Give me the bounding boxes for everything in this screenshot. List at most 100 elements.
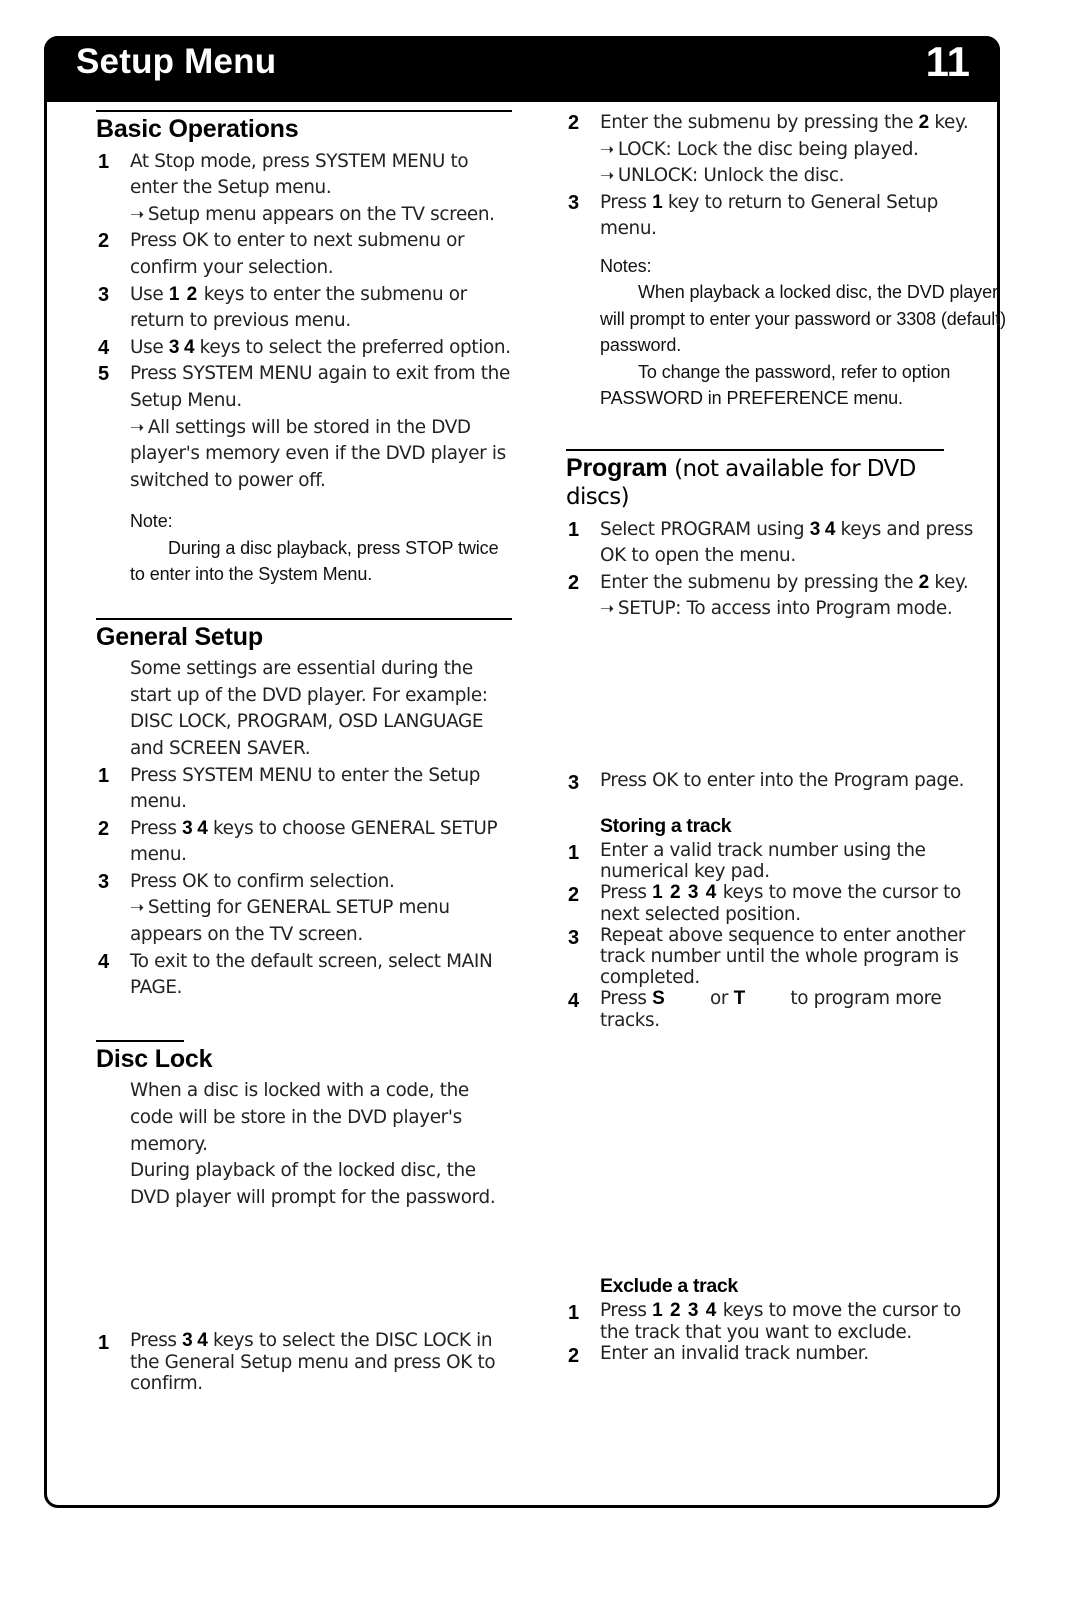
step-number: 2 [568,571,579,594]
step-text-pre: Press [130,1330,183,1351]
step-number: 3 [568,191,579,214]
step-item: 4 Press S or T to program more tracks. [566,988,982,1031]
step-number: 2 [98,230,109,253]
notes-body: When playback a locked disc, the DVD pla… [600,282,1006,356]
step-text: Enter the submenu by pressing the 2 key. [600,570,982,597]
step-text-pre: Press [600,191,653,213]
heading-exclude-a-track: Exclude a track [600,1275,738,1297]
notes-block: Notes: When playback a locked disc, the … [566,253,1022,411]
step-number: 1 [568,518,579,541]
remote-key-glyph-prev: S [652,987,665,1009]
step-number: 2 [568,1345,579,1367]
heading-program: Program (not available for DVD discs) [566,455,982,510]
arrow-note-text: Setting for GENERAL SETUP menu appears o… [130,897,450,946]
step-text-pre: Press [600,1300,653,1321]
notes-body: To change the password, refer to option … [600,361,951,408]
step-item: 5 Press SYSTEM MENU again to exit from t… [96,361,512,414]
step-text: To exit to the default screen, select MA… [130,950,493,999]
step-text: Enter a valid track number using the num… [600,839,926,882]
step-item: 2 Press 1 2 3 4 keys to move the cursor … [566,882,982,925]
step-item: 4 To exit to the default screen, select … [96,949,512,1002]
section-disc-lock-continued: 2 Enter the submenu by pressing the 2 ke… [566,110,1006,411]
step-item: 3 Use 1 2 keys to enter the submenu or r… [96,282,512,335]
step-number: 1 [98,1332,109,1354]
heading-disc-lock: Disc Lock [96,1044,213,1073]
step-text-pre: Enter the submenu by pressing the [600,112,919,133]
step-item: 3 Press OK to enter into the Program pag… [566,770,982,797]
page-title: Setup Menu [76,42,277,81]
step-number: 1 [568,1302,579,1324]
step-item: 1 Enter a valid track number using the n… [566,840,982,882]
step-number: 3 [98,283,109,306]
step-text: Press 3 4 keys to select the DISC LOCK i… [130,1330,512,1394]
section-program: Program (not available for DVD discs) 1 … [566,449,982,623]
step-item: 1 Press 3 4 keys to select the DISC LOCK… [96,1330,512,1394]
step-number: 3 [568,926,579,949]
arrow-right-bullet-icon: ➝ [600,166,614,187]
step-text: Enter an invalid track number. [600,1343,869,1364]
step-text-pre: Use [130,336,169,358]
remote-key-glyph: 3 4 [809,518,836,540]
section-rule [96,617,512,620]
heading-basic-operations: Basic Operations [96,115,299,143]
step-text: At Stop mode, press SYSTEM MENU to enter… [130,150,469,199]
section-general-setup: General Setup Some settings are essentia… [96,617,512,1002]
heading-storing-a-track: Storing a track [600,814,732,837]
general-setup-intro: Some settings are essential during the s… [130,658,488,759]
note-title: Note: [130,511,173,532]
step-text-post: key. [928,571,969,593]
step-number: 4 [98,950,109,973]
note-body: During a disc playback, press STOP twice… [130,537,499,585]
step-text: Press 1 2 3 4 keys to move the cursor to… [600,1300,982,1343]
step-number: 3 [98,870,109,893]
remote-key-glyph: 3 4 [182,1330,208,1351]
step-item: 2 Enter the submenu by pressing the 2 ke… [566,570,982,597]
step-item: 2 Enter the submenu by pressing the 2 ke… [566,110,982,137]
arrow-note-text: SETUP: To access into Program mode. [617,598,953,620]
step-text-pre: Press [600,881,653,903]
remote-key-glyph: 1 2 3 4 [652,881,718,903]
arrow-note: ➝ UNLOCK: Unlock the disc. [566,163,982,190]
arrow-note-text: All settings will be stored in the DVD p… [130,416,506,491]
step-text-mid: or [704,987,734,1009]
step-item: 1 At Stop mode, press SYSTEM MENU to ent… [96,149,512,202]
remote-key-glyph: 2 [918,112,930,133]
arrow-note: ➝ LOCK: Lock the disc being played. [566,137,982,164]
step-text: Repeat above sequence to enter another t… [600,924,966,988]
step-text-pre: Press [600,987,653,1009]
step-text-pre: Use [130,283,169,305]
step-text: Press SYSTEM MENU to enter the Setup men… [130,764,481,813]
right-column: 2 Enter the submenu by pressing the 2 ke… [566,110,1006,623]
notes-title: Notes: [600,255,652,276]
remote-key-glyph: 1 [652,191,663,213]
step-number: 2 [98,817,109,840]
step-item: 2 Press 3 4 keys to choose GENERAL SETUP… [96,816,512,869]
remote-key-glyph: 2 [918,571,930,593]
step-text: Use 1 2 keys to enter the submenu or ret… [130,282,512,335]
page-header-banner: Setup Menu 11 [44,36,1000,102]
step-text: Press OK to enter into the Program page. [600,770,965,791]
section-rule [96,110,512,112]
heading-general-setup: General Setup [96,622,263,651]
step-item: 3 Press 1 key to return to General Setup… [566,190,982,243]
section-basic-operations: Basic Operations 1 At Stop mode, press S… [96,110,512,588]
disc-lock-paragraph: During playback of the locked disc, the … [130,1160,496,1208]
step-item: 1 Press SYSTEM MENU to enter the Setup m… [96,763,512,816]
section-disc-lock: Disc Lock When a disc is locked with a c… [96,1039,512,1212]
step-text-post: keys to select the preferred option. [194,336,511,358]
step-number: 1 [98,150,109,173]
remote-key-glyph: 3 4 [182,817,208,839]
step-text: Select PROGRAM using 3 4 keys and press … [600,517,982,570]
disc-lock-paragraph: When a disc is locked with a code, the c… [130,1080,469,1155]
remote-key-glyph-next: T [733,987,746,1009]
arrow-note: ➝ SETUP: To access into Program mode. [566,596,982,623]
section-rule [566,449,944,452]
step-number: 1 [568,841,579,864]
step-text: Press S or T to program more tracks. [600,988,982,1031]
remote-key-glyph: 3 4 [168,336,195,358]
left-column-bottom-step: 1 Press 3 4 keys to select the DISC LOCK… [96,1330,512,1394]
arrow-note-text: Setup menu appears on the TV screen. [147,203,495,225]
step-text-pre: Select PROGRAM using [600,518,810,540]
step-number: 2 [568,112,579,134]
right-column-storing-block: 3 Press OK to enter into the Program pag… [566,770,982,1031]
